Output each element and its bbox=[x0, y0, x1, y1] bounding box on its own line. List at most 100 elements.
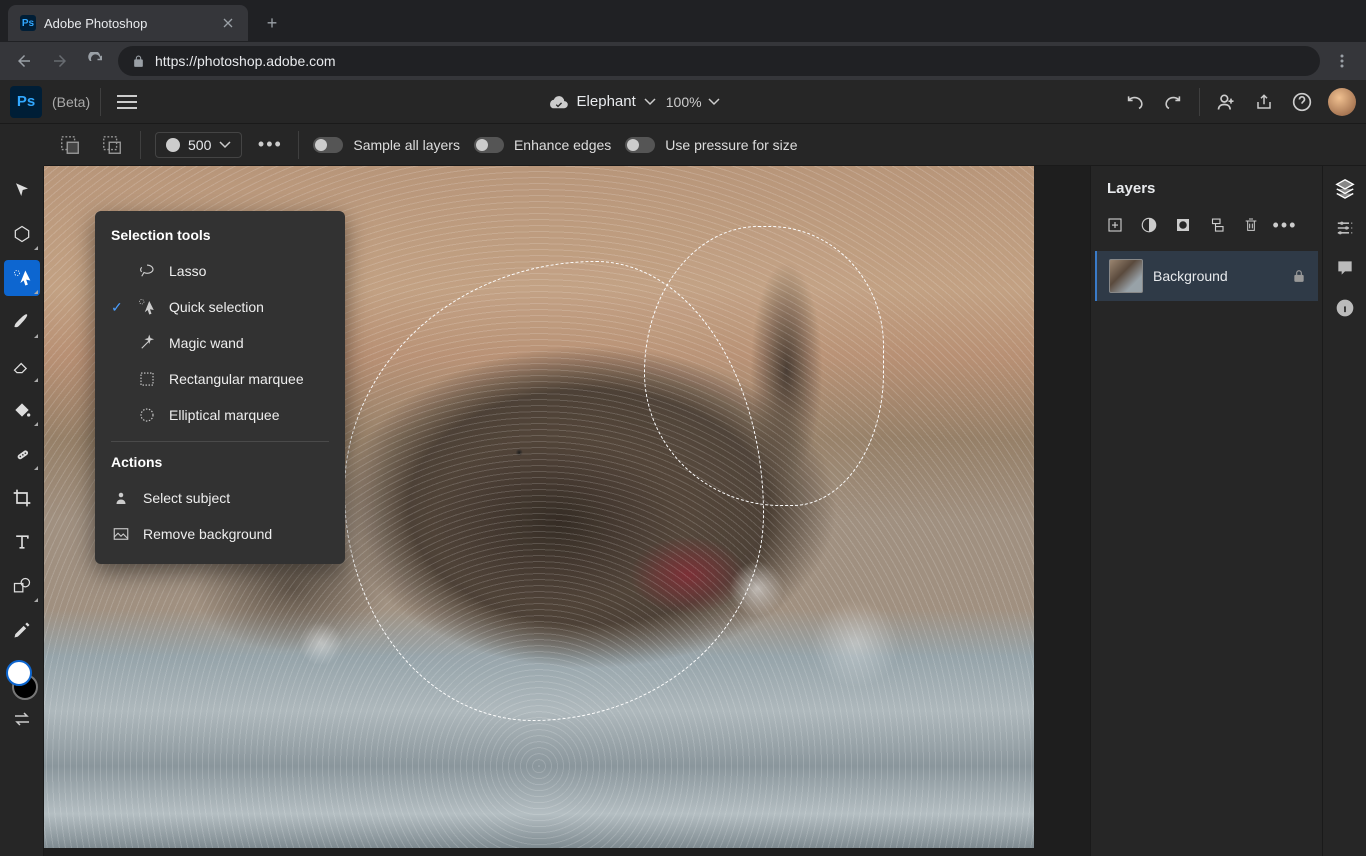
layer-thumbnail[interactable] bbox=[1109, 259, 1143, 293]
chevron-down-icon bbox=[708, 98, 720, 106]
flyout-item-rectangular-marquee[interactable]: Rectangular marquee bbox=[95, 361, 345, 397]
flyout-action-select-subject[interactable]: Select subject bbox=[95, 480, 345, 516]
brush-size-control[interactable]: 500 bbox=[155, 132, 242, 158]
swap-colors-button[interactable] bbox=[13, 712, 31, 726]
divider bbox=[298, 131, 299, 159]
selection-tool[interactable] bbox=[4, 260, 40, 296]
tool-strip bbox=[0, 166, 44, 856]
crop-tool[interactable] bbox=[4, 480, 40, 516]
layers-more-button[interactable]: ••• bbox=[1275, 215, 1295, 235]
subtract-from-selection-button[interactable] bbox=[98, 131, 126, 159]
layers-panel-tab[interactable] bbox=[1331, 174, 1359, 202]
chevron-down-icon bbox=[644, 98, 656, 106]
use-pressure-toggle[interactable]: Use pressure for size bbox=[625, 137, 797, 153]
enhance-edges-toggle[interactable]: Enhance edges bbox=[474, 137, 611, 153]
flyout-action-label: Remove background bbox=[143, 526, 272, 542]
main-menu-button[interactable] bbox=[111, 86, 143, 118]
flyout-item-elliptical-marquee[interactable]: Elliptical marquee bbox=[95, 397, 345, 433]
text-tool[interactable] bbox=[4, 524, 40, 560]
flyout-action-remove-background[interactable]: Remove background bbox=[95, 516, 345, 552]
rectangular-marquee-icon bbox=[137, 369, 157, 389]
flyout-section-header: Selection tools bbox=[95, 223, 345, 253]
app-header: Ps (Beta) Elephant 100% bbox=[0, 80, 1366, 124]
mask-button[interactable] bbox=[1173, 215, 1193, 235]
brush-tool[interactable] bbox=[4, 304, 40, 340]
eyedropper-tool[interactable] bbox=[4, 612, 40, 648]
flyout-item-label: Magic wand bbox=[169, 335, 244, 351]
beta-label: (Beta) bbox=[52, 94, 90, 110]
divider bbox=[140, 131, 141, 159]
foreground-color[interactable] bbox=[6, 660, 32, 686]
select-subject-icon bbox=[111, 488, 131, 508]
forward-button[interactable] bbox=[46, 47, 74, 75]
flyout-item-lasso[interactable]: Lasso bbox=[95, 253, 345, 289]
more-options-button[interactable]: ••• bbox=[256, 131, 284, 159]
toggle-label: Enhance edges bbox=[514, 137, 611, 153]
header-right bbox=[1123, 88, 1356, 116]
clip-layer-button[interactable] bbox=[1207, 215, 1227, 235]
add-layer-button[interactable] bbox=[1105, 215, 1125, 235]
selection-tool-flyout: Selection tools Lasso ✓ Quick selection bbox=[95, 211, 345, 564]
browser-nav-bar: https://photoshop.adobe.com bbox=[0, 42, 1366, 80]
flyout-item-quick-selection[interactable]: ✓ Quick selection bbox=[95, 289, 345, 325]
browser-menu-button[interactable] bbox=[1328, 47, 1356, 75]
transform-tool[interactable] bbox=[4, 216, 40, 252]
close-tab-icon[interactable] bbox=[220, 15, 236, 31]
properties-panel-tab[interactable] bbox=[1331, 214, 1359, 242]
toggle-switch[interactable] bbox=[625, 137, 655, 153]
flyout-item-magic-wand[interactable]: Magic wand bbox=[95, 325, 345, 361]
info-panel-tab[interactable] bbox=[1331, 294, 1359, 322]
layers-toolbar: ••• bbox=[1091, 211, 1322, 247]
undo-button[interactable] bbox=[1123, 90, 1147, 114]
add-to-selection-button[interactable] bbox=[56, 131, 84, 159]
toggle-switch[interactable] bbox=[313, 137, 343, 153]
quick-selection-icon bbox=[137, 297, 157, 317]
flyout-item-label: Rectangular marquee bbox=[169, 371, 304, 387]
favicon-photoshop-icon: Ps bbox=[20, 15, 36, 31]
browser-tab[interactable]: Ps Adobe Photoshop bbox=[8, 5, 248, 41]
right-panels: Layers bbox=[1090, 166, 1366, 856]
invite-button[interactable] bbox=[1214, 90, 1238, 114]
help-button[interactable] bbox=[1290, 90, 1314, 114]
flyout-item-label: Quick selection bbox=[169, 299, 264, 315]
divider bbox=[1199, 88, 1200, 116]
cloud-sync-icon bbox=[547, 94, 569, 110]
tab-title: Adobe Photoshop bbox=[44, 16, 212, 31]
toggle-switch[interactable] bbox=[474, 137, 504, 153]
new-tab-button[interactable]: + bbox=[258, 9, 286, 37]
document-title-group[interactable]: Elephant bbox=[547, 93, 656, 110]
divider bbox=[100, 88, 101, 116]
lock-icon bbox=[132, 55, 145, 68]
eraser-tool[interactable] bbox=[4, 348, 40, 384]
delete-layer-button[interactable] bbox=[1241, 215, 1261, 235]
chevron-down-icon bbox=[219, 141, 231, 149]
layer-row[interactable]: Background bbox=[1095, 251, 1318, 301]
shape-tool[interactable] bbox=[4, 568, 40, 604]
flyout-section-header: Actions bbox=[95, 450, 345, 480]
refresh-button[interactable] bbox=[82, 47, 110, 75]
lasso-icon bbox=[137, 261, 157, 281]
healing-tool[interactable] bbox=[4, 436, 40, 472]
zoom-value: 100% bbox=[666, 94, 702, 110]
app-body: Selection tools Lasso ✓ Quick selection bbox=[0, 166, 1366, 856]
lock-icon[interactable] bbox=[1292, 269, 1306, 283]
photoshop-logo-icon[interactable]: Ps bbox=[10, 86, 42, 118]
move-tool[interactable] bbox=[4, 172, 40, 208]
toggle-label: Use pressure for size bbox=[665, 137, 797, 153]
url-bar[interactable]: https://photoshop.adobe.com bbox=[118, 46, 1320, 76]
sample-all-layers-toggle[interactable]: Sample all layers bbox=[313, 137, 460, 153]
fill-tool[interactable] bbox=[4, 392, 40, 428]
adjustment-layer-button[interactable] bbox=[1139, 215, 1159, 235]
comments-panel-tab[interactable] bbox=[1331, 254, 1359, 282]
canvas-area[interactable]: Selection tools Lasso ✓ Quick selection bbox=[44, 166, 1090, 856]
layer-name[interactable]: Background bbox=[1153, 268, 1282, 284]
redo-button[interactable] bbox=[1161, 90, 1185, 114]
zoom-control[interactable]: 100% bbox=[666, 94, 720, 110]
color-swatches[interactable] bbox=[4, 660, 40, 700]
document-name: Elephant bbox=[577, 93, 636, 110]
elliptical-marquee-icon bbox=[137, 405, 157, 425]
url-text: https://photoshop.adobe.com bbox=[155, 53, 336, 69]
user-avatar[interactable] bbox=[1328, 88, 1356, 116]
share-button[interactable] bbox=[1252, 90, 1276, 114]
back-button[interactable] bbox=[10, 47, 38, 75]
